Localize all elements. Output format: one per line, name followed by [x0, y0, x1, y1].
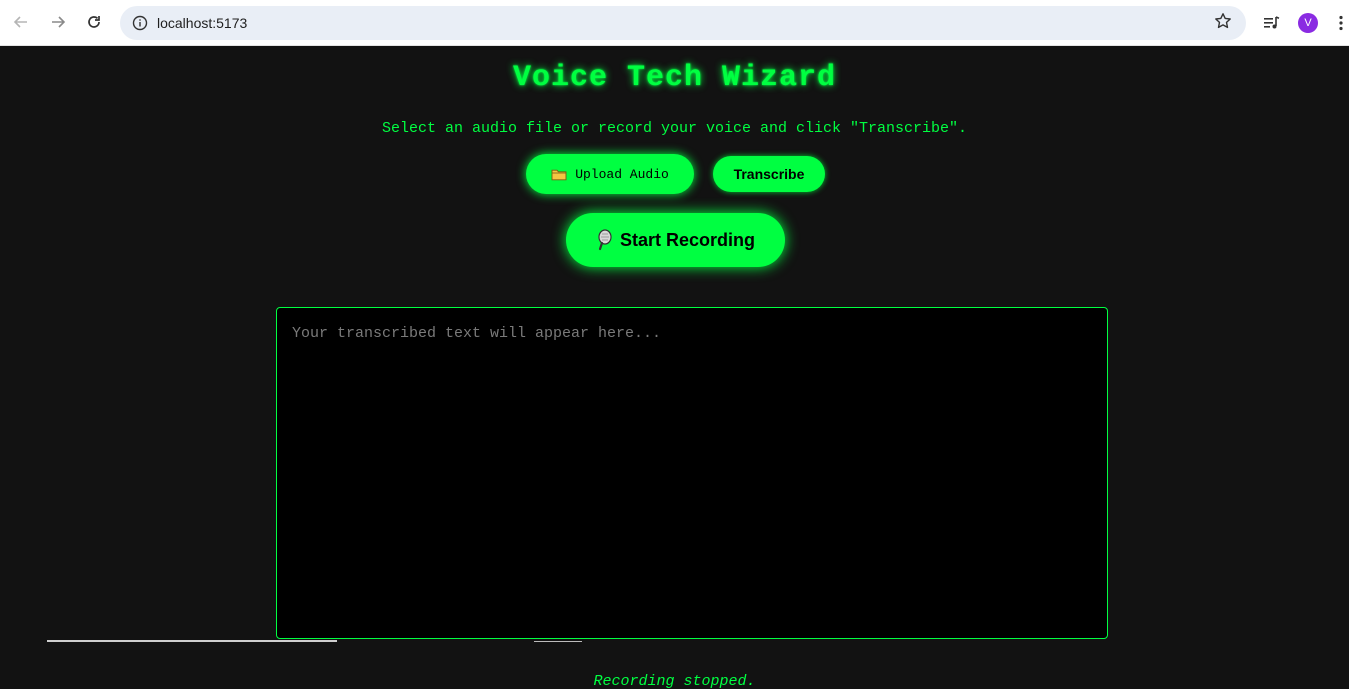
- address-bar[interactable]: localhost:5173: [120, 6, 1246, 40]
- reload-icon[interactable]: [81, 9, 107, 35]
- instructions-text: Select an audio file or record your voic…: [381, 120, 968, 137]
- back-arrow-icon[interactable]: [8, 9, 34, 35]
- profile-avatar[interactable]: V: [1298, 13, 1318, 33]
- horizontal-divider: [47, 640, 337, 642]
- horizontal-divider-small: [534, 641, 582, 642]
- transcribe-button[interactable]: Transcribe: [713, 156, 825, 192]
- start-recording-button[interactable]: Start Recording: [566, 213, 785, 267]
- upload-audio-button[interactable]: Upload Audio: [526, 154, 694, 194]
- recording-status: Recording stopped.: [593, 673, 756, 689]
- folder-icon: [551, 168, 567, 181]
- upload-audio-label: Upload Audio: [575, 166, 669, 182]
- app-container: Voice Tech Wizard Select an audio file o…: [0, 47, 1349, 689]
- site-info-icon[interactable]: [128, 11, 152, 35]
- url-text[interactable]: localhost:5173: [157, 15, 247, 31]
- bookmark-star-icon[interactable]: [1214, 12, 1232, 35]
- more-menu-icon[interactable]: [1333, 11, 1349, 35]
- forward-arrow-icon[interactable]: [45, 9, 71, 35]
- transcription-textarea[interactable]: [276, 307, 1108, 639]
- media-control-icon[interactable]: [1260, 11, 1284, 35]
- page-title: Voice Tech Wizard: [512, 61, 837, 95]
- microphone-icon: [596, 229, 612, 251]
- browser-toolbar: localhost:5173 V: [0, 0, 1349, 46]
- start-recording-label: Start Recording: [619, 229, 756, 250]
